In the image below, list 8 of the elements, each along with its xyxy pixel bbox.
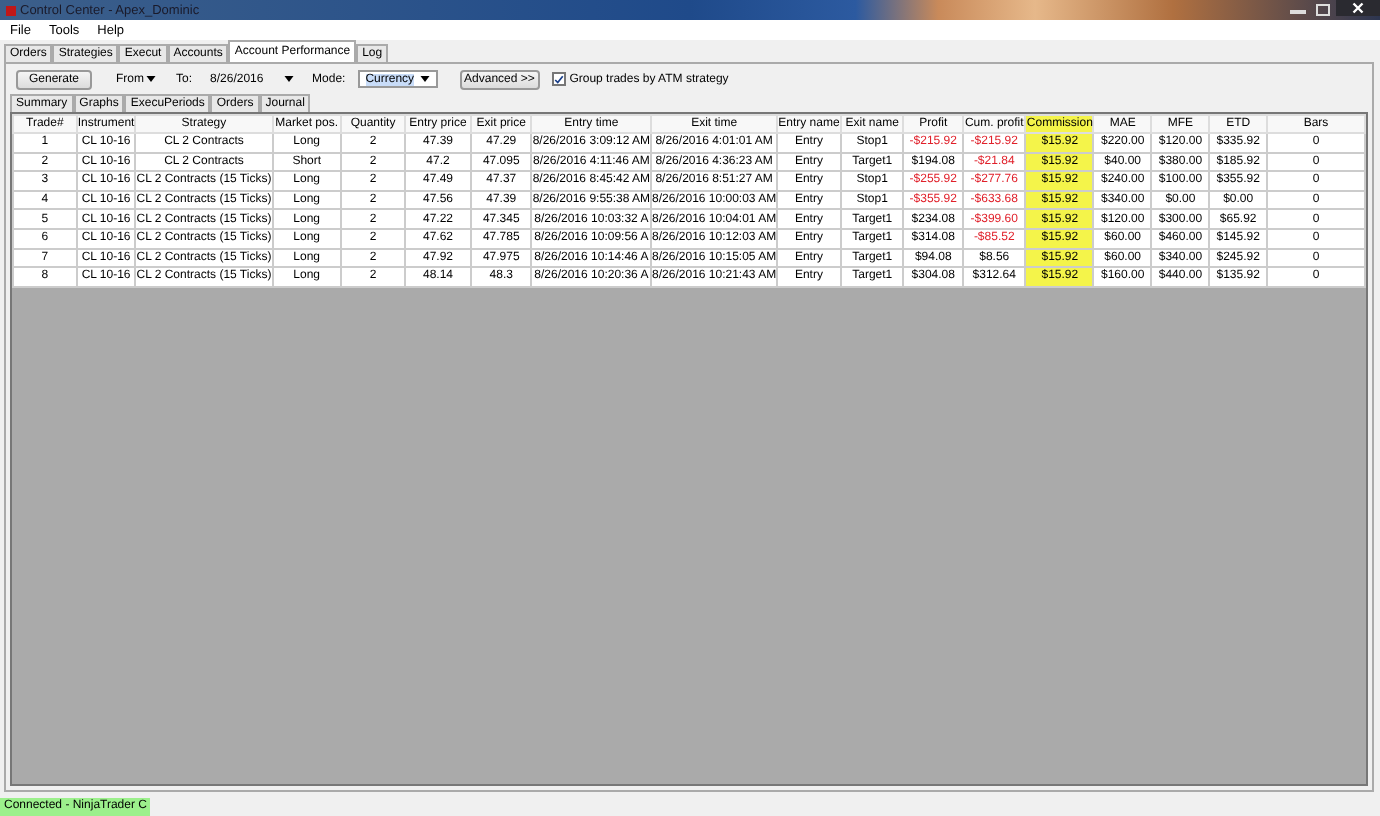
app-logo-icon [6,5,16,15]
restore-icon[interactable] [1316,4,1330,16]
caret-icon [419,76,430,82]
close-icon[interactable] [1336,0,1380,16]
checkbox[interactable] [551,72,566,86]
minimize-icon[interactable] [1290,4,1306,14]
caret-icon [146,76,156,82]
caret-icon [284,76,295,82]
